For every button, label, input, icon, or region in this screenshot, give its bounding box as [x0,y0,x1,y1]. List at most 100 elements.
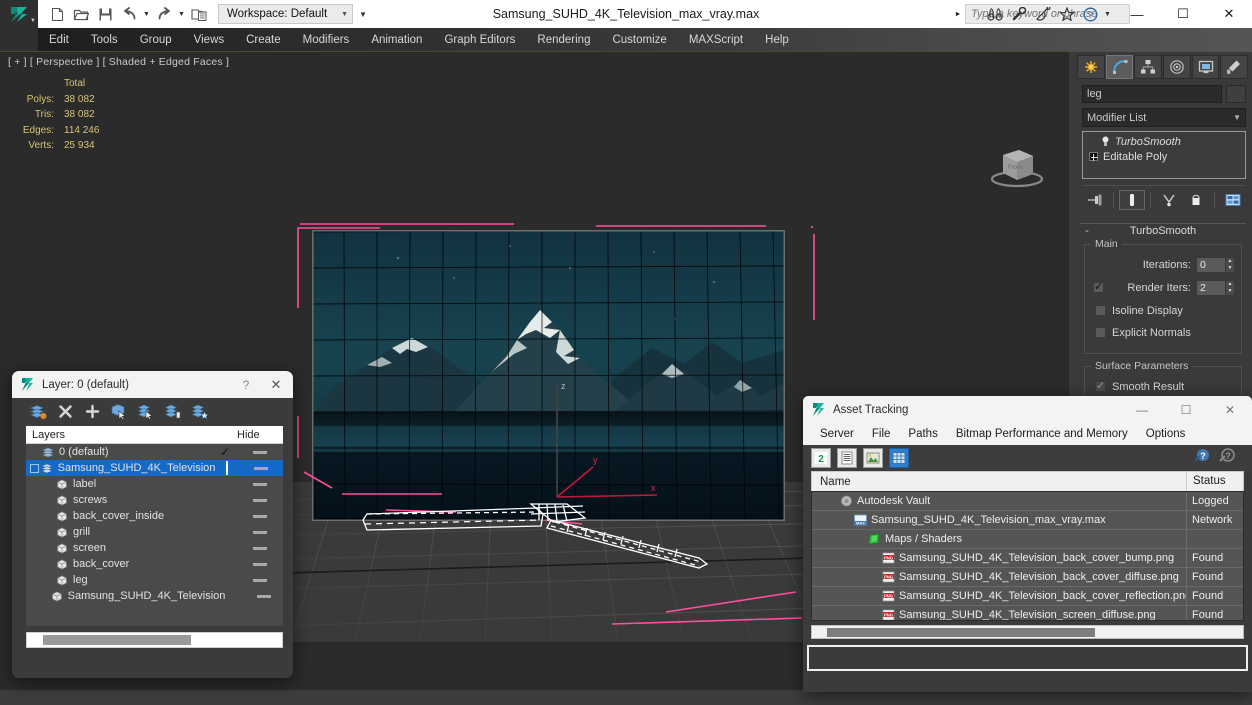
asset-list-rows[interactable]: Autodesk Vault Logged MAX Samsung_SUHD_4… [811,491,1244,621]
modify-tab[interactable] [1105,55,1134,79]
create-tab[interactable] [1077,55,1105,79]
set-current-layer-button[interactable] [188,400,212,422]
layer-horizontal-scrollbar[interactable] [26,632,283,648]
help-assets-icon[interactable]: ? [1194,447,1211,469]
utilities-tab[interactable] [1220,55,1249,79]
layer-hide-toggle[interactable] [237,578,283,582]
layer-row-grill-object[interactable]: grill [26,524,283,540]
menu-item-views[interactable]: Views [183,28,235,52]
iterations-stepper[interactable]: 0 ▲ ▼ [1196,256,1235,273]
redo-icon[interactable] [153,3,175,25]
max-logo-button[interactable]: ▼ [0,0,38,28]
layer-row-screen-object[interactable]: screen [26,540,283,556]
menu-item-tools[interactable]: Tools [80,28,129,52]
isoline-display-checkbox[interactable] [1095,305,1106,316]
layer-hide-toggle[interactable] [239,466,283,470]
menu-item-customize[interactable]: Customize [601,28,677,52]
asset-row-max-file[interactable]: MAX Samsung_SUHD_4K_Television_max_vray.… [812,511,1243,530]
layer-active-check-icon[interactable]: ✓ [213,445,237,459]
wrench-icon[interactable] [1007,3,1030,25]
asset-minimize-button[interactable]: — [1120,396,1164,423]
menu-item-modifiers[interactable]: Modifiers [292,28,361,52]
menu-item-rendering[interactable]: Rendering [526,28,601,52]
project-folder-icon[interactable] [188,3,210,25]
binoculars-icon[interactable] [983,3,1006,25]
layer-hide-toggle[interactable] [245,594,283,598]
modifier-stack[interactable]: TurboSmooth Editable Poly [1082,131,1246,179]
new-file-icon[interactable] [46,3,68,25]
new-layer-button[interactable] [26,400,50,422]
pin-stack-button[interactable] [1082,190,1108,210]
layer-hide-toggle[interactable] [237,514,283,518]
motion-tab[interactable] [1163,55,1191,79]
layer-help-button[interactable]: ? [233,378,259,392]
layer-expand-icon[interactable] [29,463,39,473]
modifier-list-dropdown[interactable]: Modifier List ▼ [1082,108,1246,127]
close-button[interactable]: ✕ [1206,0,1252,28]
grid-view-button[interactable] [889,448,909,468]
explicit-normals-checkbox[interactable] [1095,327,1106,338]
layer-hide-toggle[interactable] [237,562,283,566]
layer-row-label-object[interactable]: label [26,476,283,492]
list-view-button[interactable] [837,448,857,468]
menu-item-help[interactable]: Help [754,28,800,52]
add-selection-to-layer-button[interactable] [80,400,104,422]
asset-menu-paths[interactable]: Paths [899,423,946,445]
asset-row-back-cover-diffuse[interactable]: PNG Samsung_SUHD_4K_Television_back_cove… [812,568,1243,587]
modifier-stack-item-editable-poly[interactable]: Editable Poly [1085,149,1243,164]
thumbnail-view-button[interactable] [863,448,883,468]
workspace-dropdown-button[interactable]: ▼ [355,4,371,24]
asset-row-autodesk-vault[interactable]: Autodesk Vault Logged [812,492,1243,511]
show-end-result-button[interactable] [1118,189,1145,210]
layer-row-back-cover-inside-object[interactable]: back_cover_inside [26,508,283,524]
refresh-assets-button[interactable]: 2 [811,448,831,468]
modifier-stack-item-turbosmooth[interactable]: TurboSmooth [1085,134,1243,149]
star-icon[interactable] [1055,3,1078,25]
minimize-button[interactable]: — [1114,0,1160,28]
menu-item-edit[interactable]: Edit [38,28,80,52]
layer-hide-toggle[interactable] [237,498,283,502]
highlight-selected-objects-button[interactable] [161,400,185,422]
asset-maximize-button[interactable]: ☐ [1164,396,1208,423]
render-iters-field[interactable]: 2 [1196,279,1226,296]
delete-layer-button[interactable] [53,400,77,422]
maximize-button[interactable]: ☐ [1160,0,1206,28]
make-unique-button[interactable] [1156,190,1182,210]
menu-item-animation[interactable]: Animation [360,28,433,52]
object-name-field[interactable]: leg [1082,85,1222,103]
view-cube[interactable]: Front [985,137,1050,192]
render-iters-spinner[interactable]: ▲ ▼ [1226,279,1235,296]
save-file-icon[interactable] [94,3,116,25]
layer-row-samsung-television[interactable]: Samsung_SUHD_4K_Television [26,460,283,476]
layer-hide-toggle[interactable] [237,546,283,550]
whats-this-icon[interactable]: ? [1219,447,1236,469]
render-iters-checkbox[interactable] [1093,280,1104,293]
asset-close-button[interactable]: ✕ [1208,396,1252,423]
layer-hide-toggle[interactable] [237,482,283,486]
layer-list[interactable]: Layers Hide 0 (default) ✓ Samsung_SUHD_4… [26,426,283,626]
max-logo-caret-icon[interactable]: ▼ [30,18,36,24]
asset-scroll-thumb[interactable] [827,627,1095,637]
layer-active-checkbox[interactable] [215,461,238,475]
open-file-icon[interactable] [70,3,92,25]
asset-menu-options[interactable]: Options [1137,423,1195,445]
menu-item-group[interactable]: Group [129,28,183,52]
select-objects-in-layer-button[interactable] [107,400,131,422]
hierarchy-tab[interactable] [1134,55,1163,79]
layer-row-default[interactable]: 0 (default) ✓ [26,444,283,460]
asset-horizontal-scrollbar[interactable] [811,625,1244,639]
asset-row-maps-shaders[interactable]: Maps / Shaders [812,530,1243,549]
layer-dialog[interactable]: Layer: 0 (default) ? ✕ Layers Hide 0 (de… [12,371,293,678]
remove-modifier-button[interactable] [1183,190,1209,210]
object-color-swatch[interactable] [1226,85,1246,103]
select-highlighted-objects-button[interactable] [134,400,158,422]
undo-dropdown-icon[interactable]: ▼ [142,3,151,25]
layer-hide-toggle[interactable] [237,530,283,534]
smooth-result-checkbox[interactable] [1095,379,1106,392]
help-dropdown-icon[interactable]: ▼ [1103,3,1112,25]
undo-icon[interactable] [118,3,140,25]
display-tab[interactable] [1191,55,1220,79]
viewport-label[interactable]: [ + ] [ Perspective ] [ Shaded + Edged F… [8,56,229,68]
layer-row-screws-object[interactable]: screws [26,492,283,508]
layer-scroll-thumb[interactable] [43,635,191,645]
